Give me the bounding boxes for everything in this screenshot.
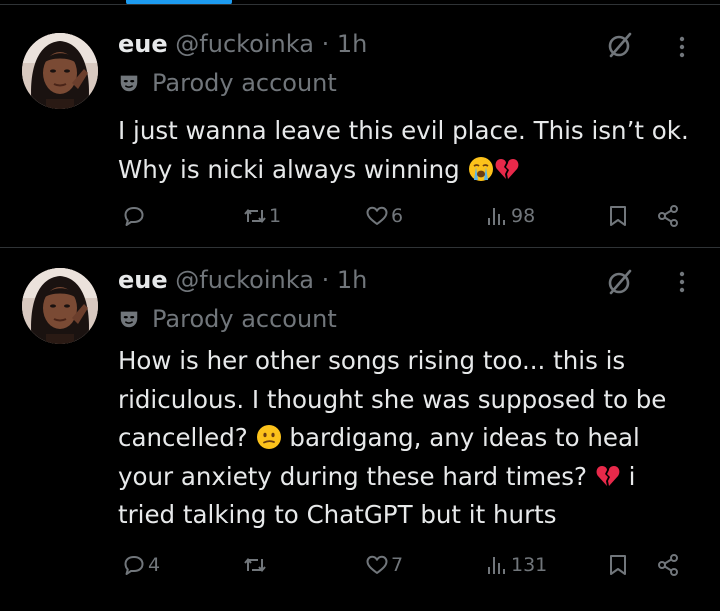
reply-count: 4 bbox=[148, 554, 161, 576]
tweet-text: How is her other songs rising too... thi… bbox=[118, 342, 698, 535]
avatar[interactable] bbox=[22, 268, 98, 344]
like-button[interactable]: 6 bbox=[365, 199, 403, 233]
user-handle[interactable]: @fuckoinka bbox=[175, 266, 314, 294]
grok-icon[interactable] bbox=[606, 31, 634, 59]
tweet-text-line: Why is nicki always winning bbox=[118, 154, 460, 184]
user-handle[interactable]: @fuckoinka bbox=[175, 30, 314, 58]
share-button[interactable] bbox=[656, 199, 680, 233]
views-chart-icon bbox=[488, 557, 505, 574]
share-icon bbox=[658, 205, 678, 227]
like-button[interactable]: 7 bbox=[365, 548, 403, 582]
share-button[interactable] bbox=[656, 548, 680, 582]
like-count: 7 bbox=[391, 554, 404, 576]
confused-face-emoji bbox=[256, 425, 281, 449]
repost-icon bbox=[244, 557, 266, 573]
display-name[interactable]: eue bbox=[118, 30, 168, 58]
repost-button[interactable]: 1 bbox=[243, 199, 281, 233]
tweet-text-line: cancelled? bbox=[118, 423, 248, 452]
reply-bubble-icon bbox=[124, 207, 144, 226]
bookmark-icon bbox=[610, 206, 626, 226]
broken-heart-emoji bbox=[495, 158, 518, 179]
timestamp[interactable]: 1h bbox=[337, 30, 367, 58]
parody-badge: Parody account bbox=[118, 304, 337, 334]
views-button[interactable]: 131 bbox=[485, 548, 547, 582]
views-chart-icon bbox=[488, 208, 505, 225]
tweet-text-line: tried talking to ChatGPT but it hurts bbox=[118, 500, 557, 529]
bookmark-button[interactable] bbox=[606, 199, 630, 233]
parody-label: Parody account bbox=[152, 305, 337, 333]
tweet-text-line: i bbox=[628, 461, 636, 491]
grok-icon[interactable] bbox=[606, 268, 634, 296]
share-icon bbox=[658, 554, 678, 576]
tweet-card[interactable]: eue @fuckoinka · 1h Parody account How i… bbox=[0, 248, 720, 611]
parody-mask-icon bbox=[120, 311, 138, 328]
reply-button[interactable]: 4 bbox=[122, 548, 160, 582]
heart-icon bbox=[366, 206, 388, 225]
tweet-text-line: your anxiety during these hard times? bbox=[118, 461, 587, 491]
tweet-text-line: bardigang, any ideas to heal bbox=[289, 423, 640, 452]
tweet-text-line: I just wanna leave this evil place. This… bbox=[118, 116, 689, 145]
more-dots-icon[interactable] bbox=[672, 33, 692, 61]
like-count: 6 bbox=[391, 205, 404, 227]
views-count: 131 bbox=[511, 554, 548, 576]
display-name[interactable]: eue bbox=[118, 266, 168, 294]
tweet-header: eue @fuckoinka · 1h bbox=[118, 265, 367, 295]
broken-heart-emoji bbox=[596, 465, 620, 486]
avatar[interactable] bbox=[22, 33, 98, 109]
more-dots-icon[interactable] bbox=[672, 268, 692, 296]
bookmark-icon bbox=[610, 555, 626, 575]
repost-count: 1 bbox=[269, 205, 282, 227]
repost-icon bbox=[244, 208, 266, 224]
action-bar: 4 7 131 bbox=[0, 548, 720, 582]
tweet-header: eue @fuckoinka · 1h bbox=[118, 29, 367, 59]
tweet-card[interactable]: eue @fuckoinka · 1h Parody account I jus… bbox=[0, 5, 720, 247]
separator-dot: · bbox=[321, 266, 330, 294]
separator-dot: · bbox=[321, 30, 330, 58]
parody-mask-icon bbox=[120, 75, 138, 92]
tweet-text-line: ridiculous. I thought she was supposed t… bbox=[118, 384, 667, 414]
views-button[interactable]: 98 bbox=[485, 199, 535, 233]
parody-badge: Parody account bbox=[118, 68, 337, 98]
views-count: 98 bbox=[511, 205, 536, 227]
reply-bubble-icon bbox=[124, 556, 144, 575]
heart-icon bbox=[366, 555, 388, 574]
bookmark-button[interactable] bbox=[606, 548, 630, 582]
action-bar: 1 6 98 bbox=[0, 199, 720, 233]
tweet-text: I just wanna leave this evil place. This… bbox=[118, 112, 698, 189]
repost-button[interactable] bbox=[243, 548, 269, 582]
timestamp[interactable]: 1h bbox=[337, 266, 367, 294]
tweet-text-line: How is her other songs rising too... thi… bbox=[118, 346, 626, 375]
loudly-crying-face-emoji bbox=[468, 156, 493, 181]
parody-label: Parody account bbox=[152, 69, 337, 97]
reply-button[interactable] bbox=[122, 199, 148, 233]
